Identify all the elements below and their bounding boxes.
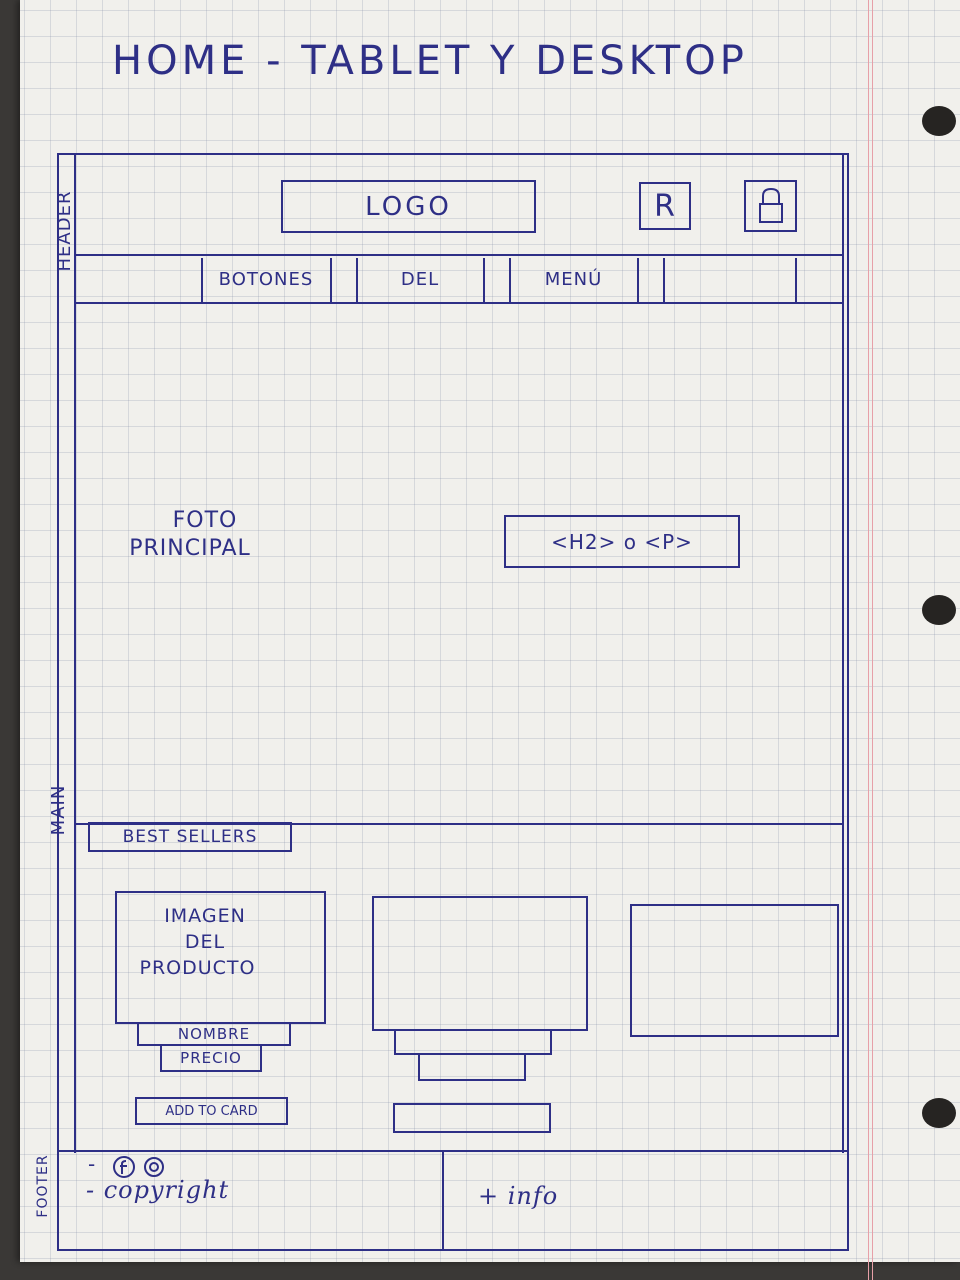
product-price [418,1053,526,1081]
product-name [394,1029,552,1055]
product-name: NOMBRE [137,1022,291,1046]
nav-divider [483,258,485,302]
copyright-text: - copyright [86,1176,230,1204]
product-image-label-line2: DEL [184,931,226,953]
margin-line [872,0,873,1280]
margin-line [868,0,869,1280]
nav-button-menu[interactable]: MENÚ [511,262,636,296]
more-info-link[interactable]: + info [478,1182,558,1210]
product-image-label-line3: PRODUCTO [139,957,256,979]
facebook-icon[interactable] [113,1156,135,1178]
binder-hole [922,106,956,136]
nav-divider [663,258,665,302]
product-image[interactable] [630,904,839,1037]
product-price: PRECIO [160,1044,262,1072]
header-nav-divider [74,254,844,256]
hero-text-box: <H2> o <P> [504,515,740,568]
page-frame [57,153,849,1251]
r-icon[interactable]: R [639,182,691,230]
lock-icon[interactable] [744,180,797,232]
logo-box[interactable]: LOGO [281,180,536,233]
nav-divider [795,258,797,302]
product-image-label-line1: IMAGEN [164,905,246,927]
footer-top-divider [57,1150,849,1152]
page-title: HOME - TABLET Y DESKTOP [112,38,748,84]
footer-side-label: FOOTER [35,1154,51,1218]
hero-photo-label-line2: PRINCIPAL [129,535,251,561]
nav-button-del[interactable]: DEL [358,262,482,296]
hero-photo-label-line1: FOTO [172,507,238,533]
nav-button-botones[interactable]: BOTONES [203,262,329,296]
product-image[interactable] [372,896,588,1031]
instagram-icon[interactable] [144,1157,164,1177]
best-sellers-heading: BEST SELLERS [88,822,292,852]
add-to-cart-button[interactable] [393,1103,551,1133]
nav-divider [330,258,332,302]
nav-bottom-divider [74,302,844,304]
add-to-cart-button[interactable]: ADD TO CARD [135,1097,288,1125]
footer-column-divider [442,1152,444,1250]
lock-icon-shape [758,187,783,223]
nav-divider [637,258,639,302]
binder-hole [922,1098,956,1128]
social-dash: - [88,1152,97,1176]
binder-hole [922,595,956,625]
